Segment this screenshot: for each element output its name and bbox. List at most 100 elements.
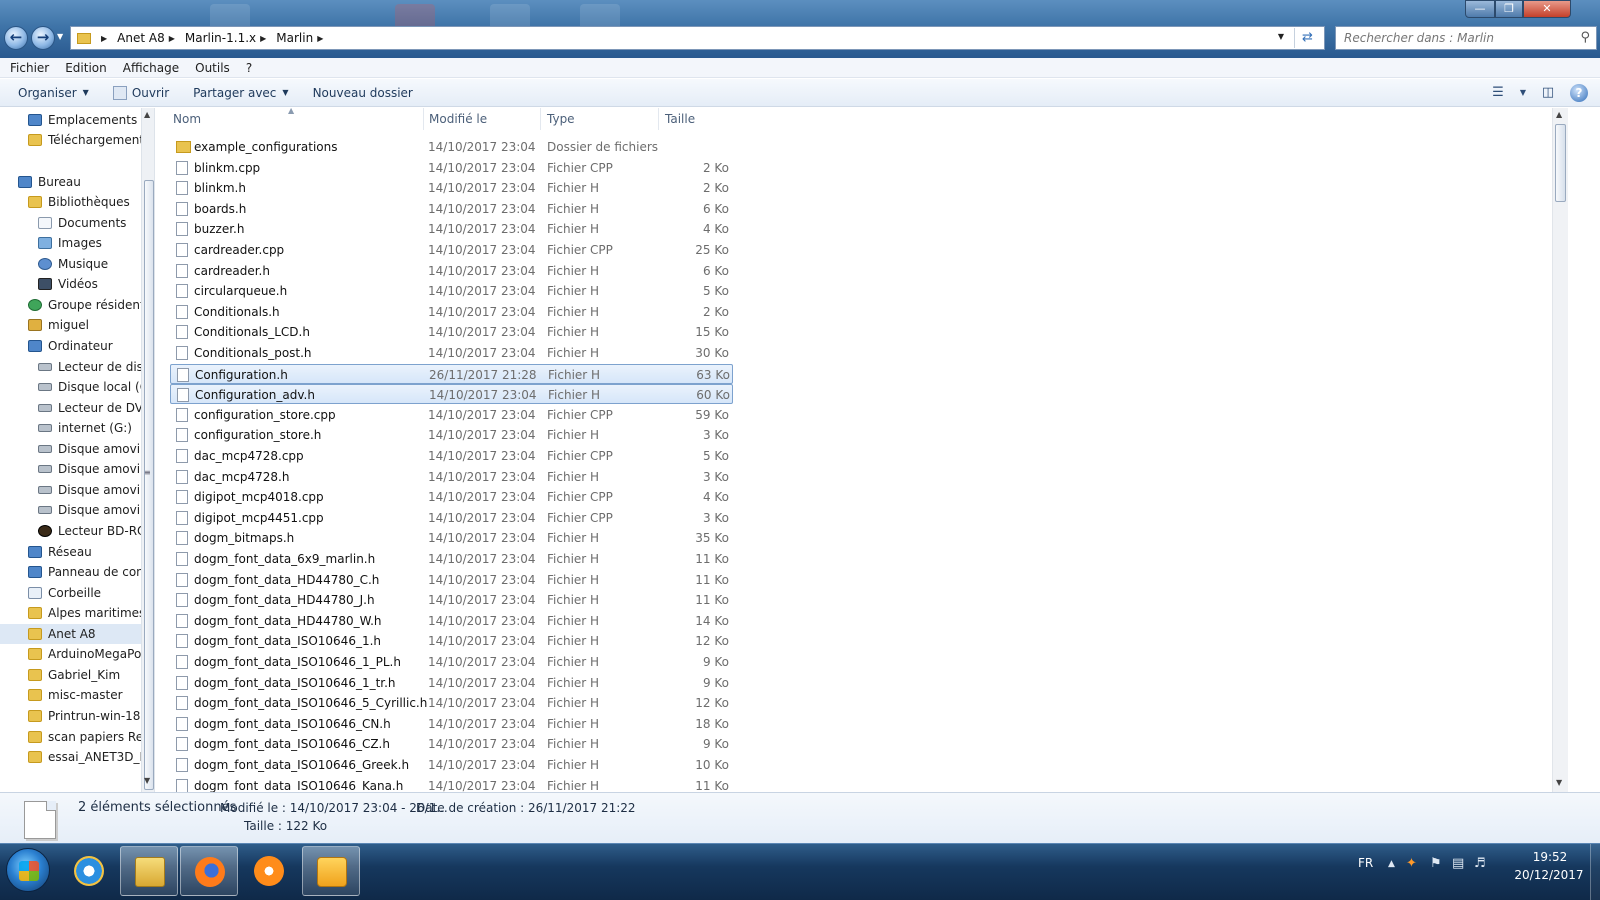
- nav-scrollbar[interactable]: ▲ ≡ ▼: [141, 108, 154, 808]
- file-row[interactable]: dogm_font_data_ISO10646_Kana.h 14/10/2017…: [170, 776, 733, 792]
- menu-outils[interactable]: Outils: [195, 61, 230, 75]
- file-row[interactable]: blinkm.h 14/10/2017 23:04 Fichier H 2 Ko: [170, 178, 733, 198]
- file-row[interactable]: dogm_font_data_ISO10646_1_PL.h 14/10/2017…: [170, 652, 733, 672]
- address-history-dropdown-icon[interactable]: ▼: [1278, 32, 1284, 41]
- file-row[interactable]: buzzer.h 14/10/2017 23:04 Fichier H 4 Ko: [170, 219, 733, 239]
- file-explorer-icon[interactable]: [120, 846, 178, 896]
- search-input[interactable]: Rechercher dans : Marlin ⚲: [1335, 26, 1597, 50]
- help-icon[interactable]: ?: [1570, 84, 1588, 102]
- search-icon[interactable]: ⚲: [1580, 30, 1590, 45]
- recent-pages-dropdown-icon[interactable]: ▼: [57, 32, 63, 41]
- nav-item[interactable]: Réseau: [0, 542, 141, 562]
- column-divider[interactable]: [540, 108, 541, 130]
- breadcrumb-item[interactable]: Marlin: [276, 31, 313, 45]
- file-row[interactable]: dogm_font_data_ISO10646_1_tr.h 14/10/2017…: [170, 673, 733, 693]
- breadcrumb-item[interactable]: Marlin-1.1.x: [185, 31, 256, 45]
- nav-item[interactable]: Bibliothèques: [0, 192, 141, 212]
- column-divider[interactable]: [423, 108, 424, 130]
- file-list-scroll-thumb[interactable]: [1555, 124, 1566, 202]
- close-button[interactable]: ✕: [1523, 0, 1571, 18]
- file-row[interactable]: dogm_font_data_HD44780_J.h 14/10/2017 23:…: [170, 590, 733, 610]
- nav-item[interactable]: Groupe résidentie: [0, 295, 141, 315]
- file-row[interactable]: dogm_font_data_HD44780_W.h 14/10/2017 23:…: [170, 611, 733, 631]
- file-row[interactable]: Configuration.h 26/11/2017 21:28 Fichier H…: [170, 363, 733, 384]
- file-row[interactable]: cardreader.h 14/10/2017 23:04 Fichier H 6 K…: [170, 261, 733, 281]
- show-hidden-icons-icon[interactable]: ▲: [1388, 859, 1395, 869]
- chevron-right-icon[interactable]: ▶: [101, 34, 107, 43]
- nav-scroll-thumb[interactable]: [144, 180, 154, 790]
- share-with-button[interactable]: Partager avec ▼: [193, 86, 288, 100]
- file-row[interactable]: dogm_font_data_ISO10646_5_Cyrillic.h 14/1…: [170, 693, 733, 713]
- nav-item[interactable]: Lecteur BD-RO: [0, 521, 141, 541]
- media-player-icon[interactable]: [240, 846, 298, 896]
- chevron-right-icon[interactable]: ▶: [260, 34, 266, 43]
- nav-item[interactable]: Disque amovib: [0, 480, 141, 500]
- nav-item[interactable]: Disque local (C: [0, 377, 141, 397]
- firefox-icon[interactable]: [180, 846, 238, 896]
- file-row[interactable]: blinkm.cpp 14/10/2017 23:04 Fichier CPP 2 K…: [170, 158, 733, 178]
- nav-item[interactable]: Gabriel_Kim: [0, 665, 141, 685]
- network-tray-icon[interactable]: ▤: [1452, 856, 1464, 871]
- nav-item[interactable]: Documents: [0, 213, 141, 233]
- nav-item[interactable]: Images: [0, 233, 141, 253]
- outlook-icon[interactable]: [302, 846, 360, 896]
- menu-fichier[interactable]: Fichier: [10, 61, 49, 75]
- minimize-button[interactable]: —: [1465, 0, 1495, 18]
- column-divider[interactable]: [658, 108, 659, 130]
- scroll-up-icon[interactable]: ▲: [1556, 110, 1562, 119]
- nav-item[interactable]: Emplacements ré: [0, 110, 141, 130]
- column-size-header[interactable]: Taille: [665, 112, 695, 126]
- breadcrumb-item[interactable]: Anet A8: [117, 31, 165, 45]
- open-button[interactable]: Ouvrir: [112, 85, 169, 100]
- nav-item[interactable]: Téléchargements: [0, 130, 141, 150]
- file-row[interactable]: dogm_font_data_HD44780_C.h 14/10/2017 23:…: [170, 570, 733, 590]
- chevron-right-icon[interactable]: ▶: [317, 34, 323, 43]
- nav-item[interactable]: essai_ANET3D_LC: [0, 747, 141, 767]
- nav-item[interactable]: Musique: [0, 254, 141, 274]
- file-row[interactable]: example_configurations 14/10/2017 23:04 Do…: [170, 137, 733, 157]
- nav-item[interactable]: Printrun-win-18N: [0, 706, 141, 726]
- start-button[interactable]: [6, 848, 50, 892]
- nav-item[interactable]: Disque amovib: [0, 459, 141, 479]
- file-row[interactable]: dac_mcp4728.h 14/10/2017 23:04 Fichier H 3 …: [170, 467, 733, 487]
- preview-pane-icon[interactable]: ◫: [1534, 83, 1562, 103]
- menu-edition[interactable]: Edition: [65, 61, 107, 75]
- file-row[interactable]: digipot_mcp4451.cpp 14/10/2017 23:04 Fichi…: [170, 508, 733, 528]
- scroll-down-icon[interactable]: ▼: [144, 776, 150, 785]
- clock-time[interactable]: 19:52: [1520, 850, 1580, 864]
- nav-item[interactable]: Alpes maritimes: [0, 603, 141, 623]
- file-row[interactable]: cardreader.cpp 14/10/2017 23:04 Fichier CP…: [170, 240, 733, 260]
- column-type-header[interactable]: Type: [547, 112, 575, 126]
- column-modified-header[interactable]: Modifié le: [429, 112, 487, 126]
- nav-item[interactable]: ArduinoMegaPol: [0, 644, 141, 664]
- nav-item[interactable]: Bureau: [0, 172, 141, 192]
- file-row[interactable]: dogm_font_data_6x9_marlin.h 14/10/2017 23…: [170, 549, 733, 569]
- nav-item[interactable]: Lecteur de DVD: [0, 398, 141, 418]
- nav-item[interactable]: internet (G:): [0, 418, 141, 438]
- column-name-header[interactable]: Nom: [173, 112, 201, 126]
- file-row[interactable]: Conditionals_post.h 14/10/2017 23:04 Fichi…: [170, 343, 733, 363]
- volume-icon[interactable]: ♬: [1474, 856, 1486, 871]
- organiser-button[interactable]: Organiser ▼: [18, 86, 89, 100]
- nav-item[interactable]: misc-master: [0, 685, 141, 705]
- nav-item[interactable]: Lecteur de disq: [0, 357, 141, 377]
- chevron-right-icon[interactable]: ▶: [169, 34, 175, 43]
- maximize-button[interactable]: ❐: [1495, 0, 1523, 18]
- language-indicator[interactable]: FR: [1358, 856, 1373, 870]
- file-row[interactable]: dogm_font_data_ISO10646_CN.h 14/10/2017 2…: [170, 714, 733, 734]
- nav-item[interactable]: Corbeille: [0, 583, 141, 603]
- refresh-icon[interactable]: ⇄: [1294, 28, 1320, 48]
- file-row[interactable]: Configuration_adv.h 14/10/2017 23:04 Fichi…: [170, 384, 733, 405]
- chevron-down-icon[interactable]: ▼: [1516, 83, 1530, 103]
- nav-item[interactable]: Panneau de conf: [0, 562, 141, 582]
- nav-item[interactable]: Anet A8: [0, 624, 141, 644]
- file-row[interactable]: dogm_font_data_ISO10646_1.h 14/10/2017 23…: [170, 631, 733, 651]
- action-center-flag-icon[interactable]: ⚑: [1430, 856, 1442, 871]
- internet-explorer-icon[interactable]: [60, 846, 118, 896]
- file-row[interactable]: dogm_bitmaps.h 14/10/2017 23:04 Fichier H 3…: [170, 528, 733, 548]
- file-list-scrollbar[interactable]: ▲ ▼: [1552, 108, 1568, 792]
- file-row[interactable]: dac_mcp4728.cpp 14/10/2017 23:04 Fichier C…: [170, 446, 733, 466]
- file-row[interactable]: configuration_store.cpp 14/10/2017 23:04 F…: [170, 405, 733, 425]
- address-bar[interactable]: ▶ Anet A8 ▶ Marlin-1.1.x ▶ Marlin ▶ ▼ ⇄: [70, 26, 1325, 50]
- nav-item[interactable]: Vidéos: [0, 274, 141, 294]
